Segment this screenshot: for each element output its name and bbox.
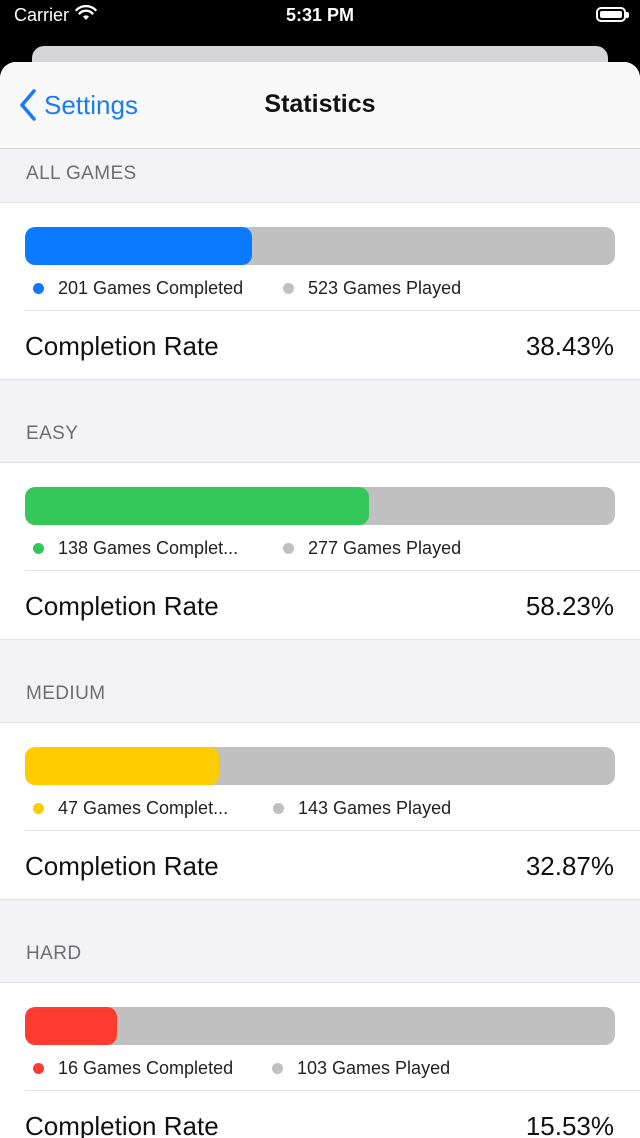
- progress-bar-wrap: [0, 203, 640, 265]
- progress-track: [25, 1007, 615, 1045]
- section-header-hard: HARD: [26, 943, 82, 964]
- legend: 47 Games Complet... 143 Games Played: [25, 785, 640, 831]
- progress-bar-wrap: [0, 983, 640, 1045]
- completion-rate-row: Completion Rate 32.87%: [0, 831, 640, 899]
- legend-played: 277 Games Played: [283, 538, 461, 559]
- played-label: 523 Games Played: [308, 278, 462, 298]
- completed-label: 201 Games Completed: [58, 278, 244, 298]
- status-time: 5:31 PM: [285, 5, 355, 25]
- completion-rate-value: 58.23%: [525, 591, 614, 621]
- navigation-bar: Settings Statistics: [0, 62, 640, 149]
- legend-completed: 201 Games Completed: [33, 278, 243, 299]
- legend-completed: 47 Games Complet...: [33, 798, 228, 819]
- completion-rate-value: 32.87%: [525, 851, 614, 881]
- progress-fill-all-games: [25, 227, 252, 265]
- legend: 138 Games Complet... 277 Games Played: [25, 525, 640, 571]
- completed-dot-icon: [33, 283, 44, 294]
- completed-label: 47 Games Complet...: [58, 798, 229, 818]
- completion-rate-value: 15.53%: [525, 1111, 614, 1138]
- completion-rate-row: Completion Rate 38.43%: [0, 311, 640, 379]
- legend-played: 103 Games Played: [272, 1058, 450, 1079]
- stats-card-medium: 47 Games Complet... 143 Games Played Com…: [0, 722, 640, 900]
- completed-label: 16 Games Completed: [58, 1058, 234, 1078]
- played-dot-icon: [272, 1063, 283, 1074]
- progress-track: [25, 747, 615, 785]
- played-label: 103 Games Played: [297, 1058, 451, 1078]
- stats-card-easy: 138 Games Complet... 277 Games Played Co…: [0, 462, 640, 640]
- completion-rate-row: Completion Rate 15.53%: [0, 1091, 640, 1138]
- section-header-medium: MEDIUM: [26, 683, 106, 704]
- completed-dot-icon: [33, 1063, 44, 1074]
- battery-icon: [596, 7, 629, 22]
- played-label: 143 Games Played: [298, 798, 452, 818]
- legend-completed: 16 Games Completed: [33, 1058, 233, 1079]
- played-label: 277 Games Played: [308, 538, 462, 558]
- progress-bar-wrap: [0, 463, 640, 525]
- progress-fill-hard: [25, 1007, 117, 1045]
- completion-rate-row: Completion Rate 58.23%: [0, 571, 640, 639]
- completed-label: 138 Games Complet...: [58, 538, 239, 558]
- completed-dot-icon: [33, 543, 44, 554]
- completion-rate-label: Completion Rate: [25, 851, 219, 881]
- stats-card-all-games: 201 Games Completed 523 Games Played Com…: [0, 202, 640, 380]
- progress-fill-medium: [25, 747, 219, 785]
- completed-dot-icon: [33, 803, 44, 814]
- legend: 16 Games Completed 103 Games Played: [25, 1045, 640, 1091]
- progress-track: [25, 487, 615, 525]
- section-header-easy: EASY: [26, 423, 79, 444]
- legend-played: 523 Games Played: [283, 278, 461, 299]
- legend: 201 Games Completed 523 Games Played: [25, 265, 640, 311]
- progress-fill-easy: [25, 487, 369, 525]
- legend-completed: 138 Games Complet...: [33, 538, 238, 559]
- completion-rate-label: Completion Rate: [25, 331, 219, 361]
- statistics-sheet: Settings Statistics ALL GAMES 201 Games …: [0, 62, 640, 1138]
- status-bar: Carrier 5:31 PM: [0, 0, 640, 32]
- played-dot-icon: [273, 803, 284, 814]
- stats-card-hard: 16 Games Completed 103 Games Played Comp…: [0, 982, 640, 1138]
- section-header-all-games: ALL GAMES: [26, 163, 137, 184]
- page-title: Statistics: [264, 90, 376, 118]
- played-dot-icon: [283, 283, 294, 294]
- progress-track: [25, 227, 615, 265]
- legend-played: 143 Games Played: [273, 798, 451, 819]
- played-dot-icon: [283, 543, 294, 554]
- progress-bar-wrap: [0, 723, 640, 785]
- completion-rate-label: Completion Rate: [25, 1111, 219, 1138]
- completion-rate-label: Completion Rate: [25, 591, 219, 621]
- completion-rate-value: 38.43%: [525, 331, 614, 361]
